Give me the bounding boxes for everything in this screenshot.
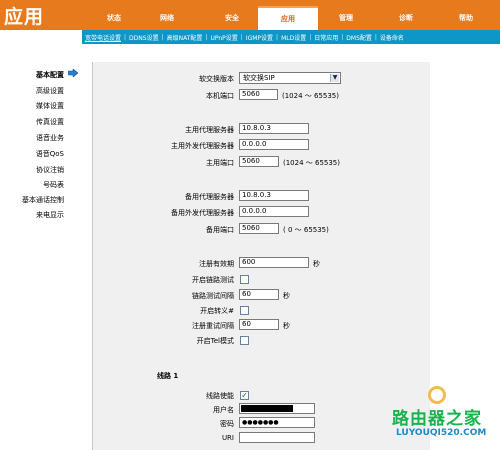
redaction-block (241, 405, 293, 412)
subnav-igmp[interactable]: IGMP设置 (243, 33, 276, 42)
primary-outbound-label: 主用外发代理服务器 (171, 142, 234, 150)
tab-application[interactable]: 应用 (258, 6, 318, 30)
softswitch-value: 软交换SIP (243, 74, 275, 82)
backup-port-input[interactable]: 5060 (239, 223, 279, 234)
watermark-logo: 路由器之家 (392, 409, 482, 429)
subnav-daily[interactable]: 日常应用 (311, 33, 341, 42)
app-title: 应用 (4, 6, 45, 28)
sidebar-item-protocol-logout[interactable]: 协议注销 (36, 165, 64, 175)
primary-port-range: (1024 ～ 65535) (283, 159, 340, 167)
subnav-mld[interactable]: MLD设置 (278, 33, 309, 42)
reg-expiry-input[interactable]: 600 (239, 257, 309, 268)
reg-retry-label: 注册重试间隔 (192, 322, 234, 330)
primary-port-label: 主用端口 (206, 159, 234, 167)
tab-status[interactable]: 状态 (94, 10, 134, 30)
reg-retry-unit: 秒 (283, 322, 290, 330)
username-input[interactable] (239, 403, 315, 414)
primary-port-input[interactable]: 5060 (239, 156, 279, 167)
tab-management[interactable]: 管理 (326, 10, 366, 30)
link-test-checkbox[interactable] (240, 275, 249, 284)
sidebar-item-media[interactable]: 媒体设置 (36, 101, 64, 111)
sidebar-item-number-table[interactable]: 号码表 (43, 180, 64, 190)
sidebar-item-basic[interactable]: 基本配置 (36, 70, 64, 80)
link-test-interval-input[interactable]: 60 (239, 289, 279, 300)
tab-network[interactable]: 网络 (147, 10, 187, 30)
backup-port-range: ( 0 ～ 65535) (283, 226, 329, 234)
local-port-label: 本机端口 (206, 92, 234, 100)
settings-panel: 软交换版本 软交换SIP ▼ 本机端口 5060 (1024 ～ 65535) … (92, 62, 430, 450)
watermark-url: LUYOUQI520.COM (396, 428, 487, 438)
backup-outbound-input[interactable]: 0.0.0.0 (239, 206, 309, 217)
subnav-device-name[interactable]: 设备命名 (377, 33, 407, 42)
sidebar-item-voice-qos[interactable]: 语音QoS (36, 149, 64, 159)
watermark: 路由器之家 LUYOUQI520.COM (392, 386, 500, 450)
password-input[interactable]: ●●●●●●● (239, 417, 315, 428)
line-enable-label: 线路使能 (206, 392, 234, 400)
tel-mode-checkbox[interactable] (240, 336, 249, 345)
local-port-input[interactable]: 5060 (239, 89, 278, 100)
lightbulb-icon (428, 386, 446, 404)
password-label: 密码 (220, 420, 234, 428)
sidebar-item-advanced[interactable]: 高级设置 (36, 86, 64, 96)
line1-title: 线路 1 (157, 372, 179, 380)
line-enable-checkbox[interactable]: ✓ (240, 391, 249, 400)
reg-expiry-label: 注册有效期 (199, 260, 234, 268)
escape-label: 开启转义# (200, 307, 234, 315)
arrow-right-icon (68, 69, 78, 77)
primary-proxy-input[interactable]: 10.8.0.3 (239, 123, 309, 134)
subnav-voip[interactable]: 宽带电话设置 (82, 33, 124, 42)
tel-mode-label: 开启Tel模式 (196, 337, 234, 345)
subnav-dms[interactable]: DMS配置 (343, 33, 375, 42)
main-tabs: 状态 网络 安全 应用 管理 诊断 帮助 (92, 0, 500, 30)
backup-outbound-label: 备用外发代理服务器 (171, 209, 234, 217)
subnav-nat[interactable]: 高级NAT配置 (164, 33, 206, 42)
username-label: 用户名 (213, 406, 234, 414)
backup-proxy-input[interactable]: 10.8.0.3 (239, 190, 309, 201)
tab-diagnostics[interactable]: 诊断 (386, 10, 426, 30)
reg-retry-input[interactable]: 60 (239, 319, 279, 330)
reg-expiry-unit: 秒 (313, 260, 320, 268)
link-test-interval-label: 链路测试间隔 (192, 292, 234, 300)
uri-input[interactable] (239, 432, 315, 443)
local-port-range: (1024 ～ 65535) (282, 92, 339, 100)
softswitch-select[interactable]: 软交换SIP ▼ (239, 72, 341, 84)
sub-nav-bar: 宽带电话设置 | DDNS设置 | 高级NAT配置 | UPnP设置 | IGM… (0, 30, 500, 44)
tab-help[interactable]: 帮助 (446, 10, 486, 30)
backup-proxy-label: 备用代理服务器 (185, 193, 234, 201)
sidebar: 基本配置 高级设置 媒体设置 传真设置 语音业务 语音QoS 协议注销 号码表 … (0, 44, 78, 450)
primary-proxy-label: 主用代理服务器 (185, 126, 234, 134)
sidebar-item-voice-service[interactable]: 语音业务 (36, 133, 64, 143)
link-test-label: 开启链路测试 (192, 276, 234, 284)
primary-outbound-input[interactable]: 0.0.0.0 (239, 139, 309, 150)
chevron-down-icon: ▼ (330, 74, 339, 82)
backup-port-label: 备用端口 (206, 226, 234, 234)
subnav-upnp[interactable]: UPnP设置 (207, 33, 240, 42)
sub-nav: 宽带电话设置 | DDNS设置 | 高级NAT配置 | UPnP设置 | IGM… (82, 30, 500, 44)
subnav-ddns[interactable]: DDNS设置 (126, 33, 162, 42)
app-brand: 应用 (0, 0, 92, 30)
sidebar-item-fax[interactable]: 传真设置 (36, 117, 64, 127)
escape-checkbox[interactable] (240, 306, 249, 315)
link-test-interval-unit: 秒 (283, 292, 290, 300)
uri-label: URI (221, 434, 234, 442)
sidebar-item-call-control[interactable]: 基本通话控制 (22, 195, 64, 205)
sidebar-item-caller-id[interactable]: 来电显示 (36, 210, 64, 220)
softswitch-label: 软交换版本 (199, 75, 234, 83)
tab-security[interactable]: 安全 (212, 10, 252, 30)
